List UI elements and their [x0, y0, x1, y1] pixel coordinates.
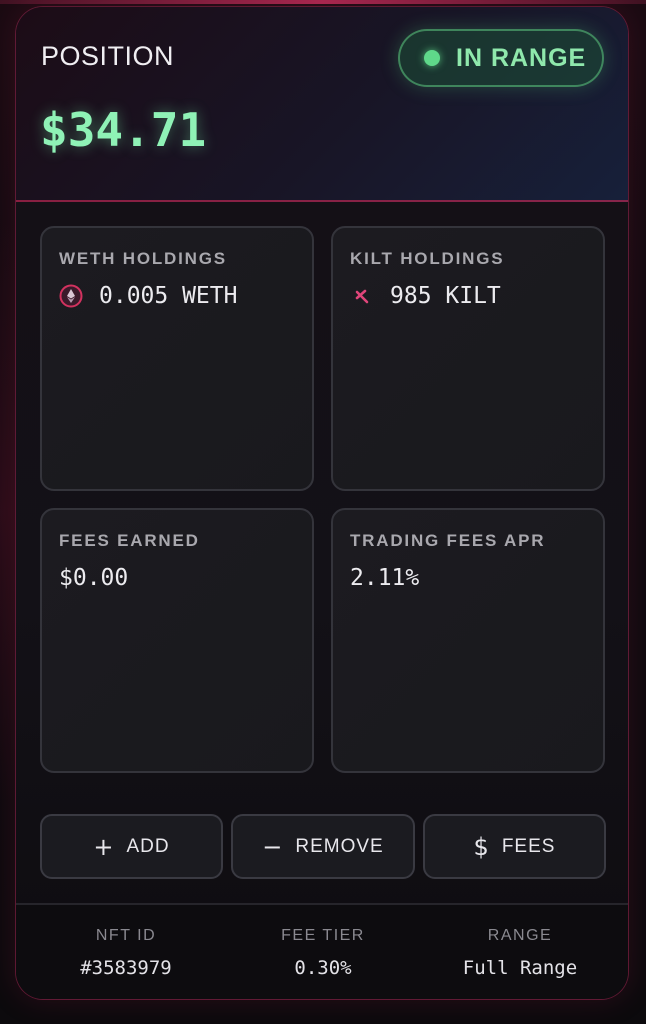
status-badge: IN RANGE: [398, 29, 604, 87]
trading-fees-apr-tile: TRADING FEES APR 2.11%: [331, 508, 605, 773]
fees-earned-tile: FEES EARNED $0.00: [40, 508, 314, 773]
ethereum-icon: [59, 284, 83, 308]
kilt-icon: [350, 284, 374, 308]
apr-value: 2.11%: [350, 565, 420, 591]
position-label: POSITION: [41, 41, 175, 71]
position-value: $34.71: [40, 103, 207, 157]
tile-label: FEES EARNED: [59, 531, 200, 550]
kilt-amount: 985 KILT: [390, 283, 501, 309]
dollar-icon: $: [473, 832, 490, 861]
fee-tier-value: 0.30%: [294, 957, 352, 979]
add-button-label: ADD: [126, 835, 170, 857]
weth-amount: 0.005 WETH: [99, 283, 238, 309]
fee-tier-column: FEE TIER 0.30%: [243, 927, 403, 979]
add-button[interactable]: + ADD: [40, 814, 223, 879]
status-dot-icon: [424, 50, 440, 66]
fees-button[interactable]: $ FEES: [423, 814, 606, 879]
range-label: RANGE: [487, 927, 553, 944]
fees-button-label: FEES: [501, 835, 556, 857]
minus-icon: −: [262, 832, 284, 861]
position-footer: NFT ID #3583979 FEE TIER 0.30% RANGE Ful…: [16, 903, 628, 999]
nft-id-value: #3583979: [80, 957, 172, 979]
tile-label: KILT HOLDINGS: [350, 249, 505, 268]
position-card: POSITION $34.71 IN RANGE WETH HOLDINGS 0…: [15, 6, 629, 1000]
fees-earned-value: $0.00: [59, 565, 129, 591]
nft-id-label: NFT ID: [95, 927, 157, 944]
top-accent-line: [0, 0, 646, 4]
tile-label: TRADING FEES APR: [350, 531, 546, 550]
kilt-holdings-tile: KILT HOLDINGS 985 KILT: [331, 226, 605, 491]
tile-value: 985 KILT: [350, 283, 501, 309]
weth-holdings-tile: WETH HOLDINGS 0.005 WETH: [40, 226, 314, 491]
range-column: RANGE Full Range: [430, 927, 610, 979]
status-text: IN RANGE: [456, 43, 587, 72]
tile-value: 0.005 WETH: [59, 283, 237, 309]
plus-icon: +: [93, 832, 115, 861]
fee-tier-label: FEE TIER: [281, 927, 365, 944]
remove-button-label: REMOVE: [295, 835, 384, 857]
nft-id-column: NFT ID #3583979: [46, 927, 206, 979]
position-header: POSITION $34.71 IN RANGE: [16, 7, 628, 202]
tile-label: WETH HOLDINGS: [59, 249, 227, 268]
remove-button[interactable]: − REMOVE: [231, 814, 415, 879]
range-value: Full Range: [462, 957, 578, 979]
